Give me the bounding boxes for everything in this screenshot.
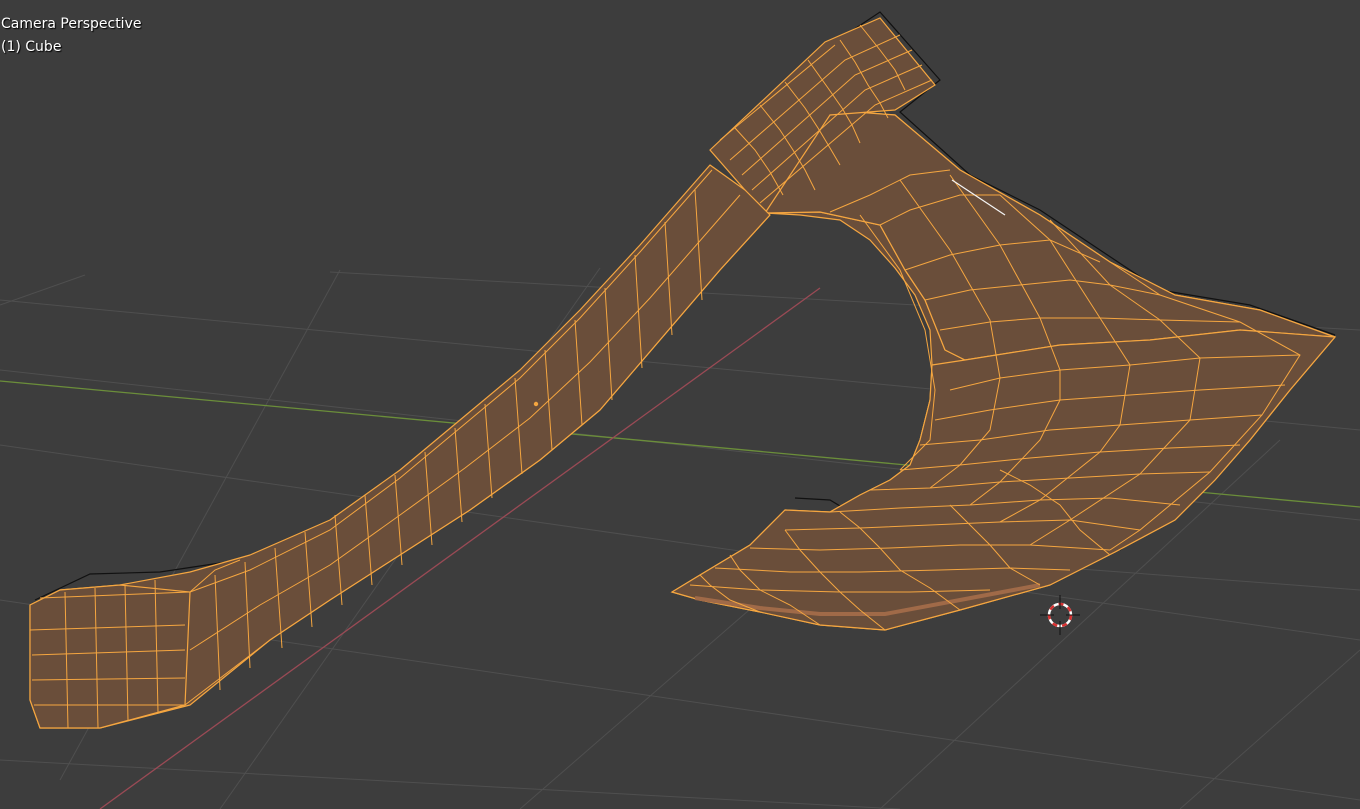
handle-end-face xyxy=(29,584,191,729)
axe-mesh[interactable] xyxy=(29,11,1337,729)
blade-bottom-face xyxy=(670,329,1337,631)
blade-top-face xyxy=(763,109,1336,361)
x-axis-line xyxy=(99,287,821,809)
3d-cursor-icon[interactable] xyxy=(1040,595,1080,635)
viewport-scene[interactable] xyxy=(0,0,1360,809)
3d-viewport[interactable]: Camera Perspective (1) Cube xyxy=(0,0,1360,809)
view-name-label: Camera Perspective xyxy=(1,16,142,32)
object-origin-dot xyxy=(533,401,539,407)
active-object-label: (1) Cube xyxy=(1,39,62,55)
